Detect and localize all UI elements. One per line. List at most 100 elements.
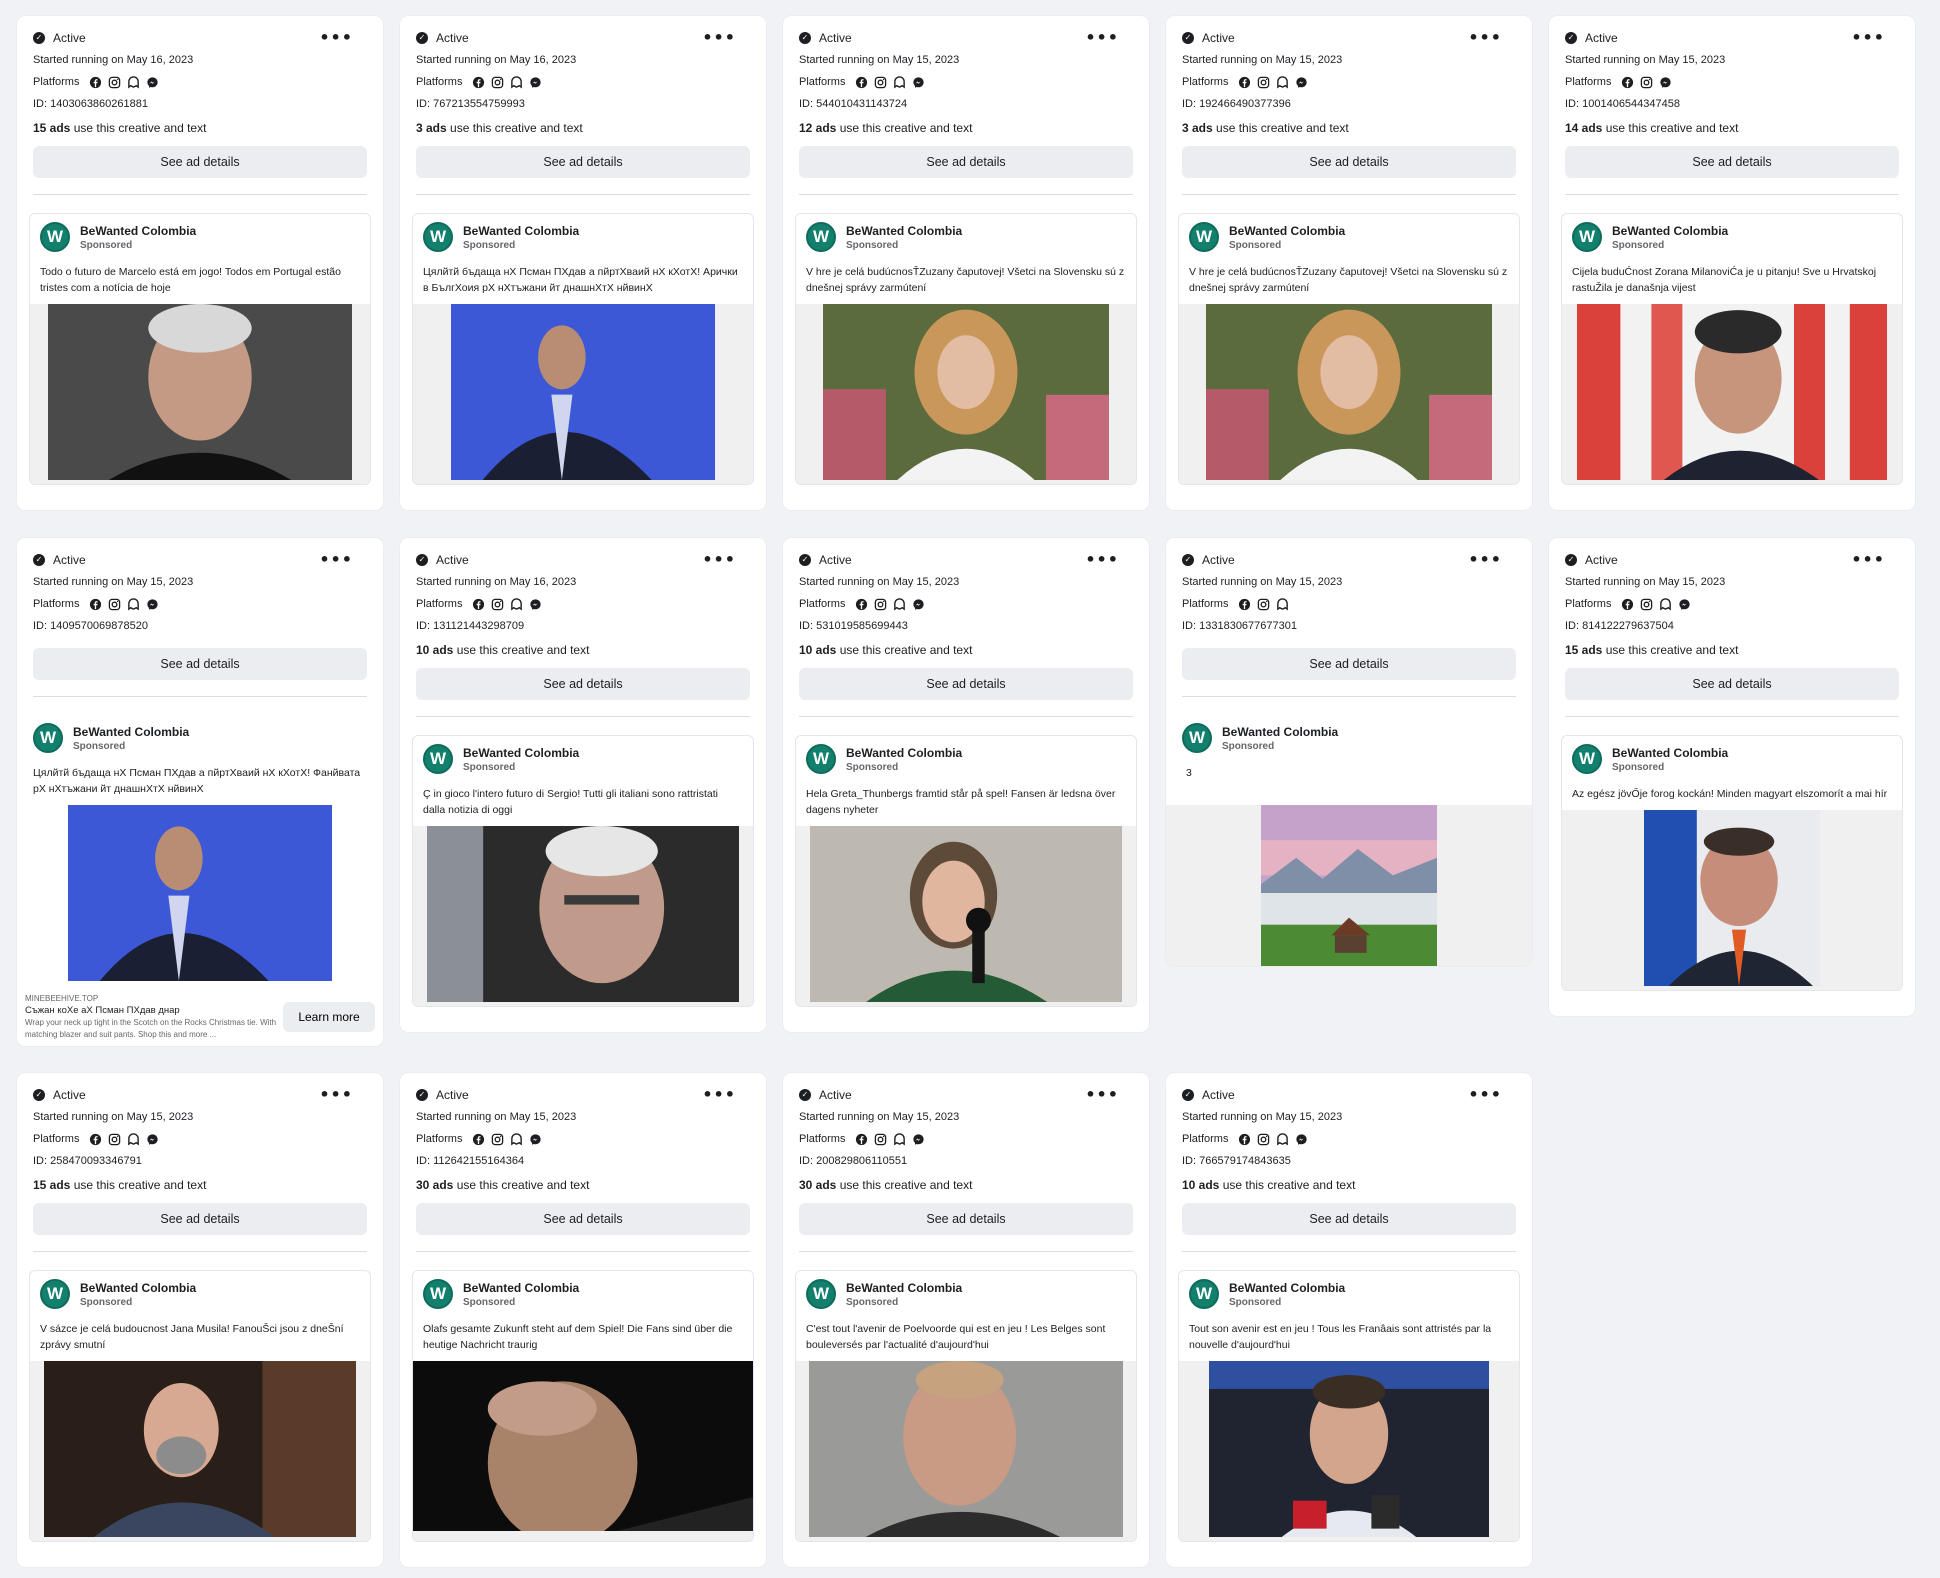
facebook-icon (88, 597, 102, 611)
ad-id: ID: 814122279637504 (1565, 620, 1674, 632)
status-label: Active (53, 1088, 86, 1102)
more-options-icon[interactable]: ••• (319, 1087, 353, 1103)
more-options-icon[interactable]: ••• (319, 30, 353, 46)
advertiser-logo: W (33, 723, 63, 753)
ad-preview[interactable]: W BeWanted Colombia Sponsored Tout son ave… (1178, 1270, 1520, 1542)
ad-body-text: Tout son avenir est en jeu ! Tous les Fr… (1189, 1323, 1492, 1351)
more-options-icon[interactable]: ••• (1851, 30, 1885, 46)
ad-preview[interactable]: W BeWanted Colombia Sponsored Hela Greta_T… (795, 735, 1137, 1007)
man-suit-photo (68, 805, 332, 981)
messenger-icon (528, 597, 542, 611)
ad-preview[interactable]: W BeWanted Colombia Sponsored Olafs gesamt… (412, 1270, 754, 1542)
more-options-icon[interactable]: ••• (1085, 552, 1119, 568)
active-check-icon: ✓ (1182, 32, 1194, 44)
start-date: Started running on May 15, 2023 (1182, 1111, 1343, 1123)
platforms-label: Platforms (1182, 76, 1229, 88)
platforms-label: Platforms (33, 76, 80, 88)
more-options-icon[interactable]: ••• (702, 30, 736, 46)
woman-portrait-photo (823, 304, 1109, 480)
platforms-row: Platforms (799, 74, 1133, 90)
ad-body-text: C'est tout l'avenir de Poelvoorde qui es… (806, 1323, 1106, 1351)
ad-id: ID: 1331830677677301 (1182, 620, 1297, 632)
instagram-icon (1256, 597, 1270, 611)
ad-card: ✓ Active ••• Started running on May 15, 2… (1166, 538, 1532, 966)
ad-preview[interactable]: W BeWanted Colombia Sponsored Цялйтй бъдащ… (412, 213, 754, 485)
start-date: Started running on May 16, 2023 (416, 54, 577, 66)
see-ad-details-button[interactable]: See ad details (33, 648, 367, 680)
ad-preview[interactable]: W BeWanted Colombia Sponsored C'est tout l… (795, 1270, 1137, 1542)
start-date: Started running on May 15, 2023 (33, 1111, 194, 1123)
see-ad-details-button[interactable]: See ad details (799, 1203, 1133, 1235)
see-ad-details-button[interactable]: See ad details (416, 1203, 750, 1235)
more-options-icon[interactable]: ••• (319, 552, 353, 568)
status-label: Active (53, 31, 86, 45)
facebook-icon (471, 75, 485, 89)
ad-preview[interactable]: W BeWanted Colombia Sponsored Todo o futur… (29, 213, 371, 485)
facebook-icon (854, 597, 868, 611)
advertiser-name: BeWanted Colombia (846, 1280, 963, 1295)
status-label: Active (1585, 553, 1618, 567)
active-check-icon: ✓ (799, 554, 811, 566)
ad-id: ID: 192466490377396 (1182, 98, 1291, 110)
man-press-photo (1209, 1361, 1489, 1537)
more-options-icon[interactable]: ••• (1085, 30, 1119, 46)
more-options-icon[interactable]: ••• (1851, 552, 1885, 568)
more-options-icon[interactable]: ••• (702, 1087, 736, 1103)
advertiser-name: BeWanted Colombia (463, 1280, 580, 1295)
more-options-icon[interactable]: ••• (1468, 1087, 1502, 1103)
platforms-label: Platforms (1182, 598, 1229, 610)
ad-id: ID: 258470093346791 (33, 1155, 142, 1167)
advertiser-logo: W (1572, 222, 1602, 252)
advertiser-name: BeWanted Colombia (1229, 223, 1346, 238)
advertiser-name: BeWanted Colombia (1612, 223, 1729, 238)
see-ad-details-button[interactable]: See ad details (799, 146, 1133, 178)
see-ad-details-button[interactable]: See ad details (33, 1203, 367, 1235)
platforms-label: Platforms (799, 1133, 846, 1145)
see-ad-details-button[interactable]: See ad details (416, 146, 750, 178)
ad-body-text: V hre je celá budúcnosŤZuzany čaputovej!… (1189, 266, 1508, 294)
divider (33, 194, 367, 195)
see-ad-details-button[interactable]: See ad details (1565, 668, 1899, 700)
ad-preview[interactable]: W BeWanted Colombia Sponsored 3 (1166, 715, 1532, 966)
ad-preview[interactable]: W BeWanted Colombia Sponsored Цялйтй бъдащ… (17, 715, 383, 1046)
more-options-icon[interactable]: ••• (702, 552, 736, 568)
more-options-icon[interactable]: ••• (1085, 1087, 1119, 1103)
instagram-icon (1639, 75, 1653, 89)
audience-network-icon (126, 597, 140, 611)
more-options-icon[interactable]: ••• (1468, 30, 1502, 46)
advertiser-logo: W (423, 222, 453, 252)
status-label: Active (436, 553, 469, 567)
ad-preview[interactable]: W BeWanted Colombia Sponsored Cijela buduĆ… (1561, 213, 1903, 485)
audience-network-icon (892, 75, 906, 89)
link-domain: MINEBEEHIVE.TOP (25, 994, 99, 1003)
see-ad-details-button[interactable]: See ad details (1182, 146, 1516, 178)
ad-preview[interactable]: W BeWanted Colombia Sponsored Az egész jöv… (1561, 735, 1903, 991)
ad-preview[interactable]: W BeWanted Colombia Sponsored V hre je cel… (795, 213, 1137, 485)
audience-network-icon (1275, 75, 1289, 89)
instagram-icon (107, 597, 121, 611)
ad-card: ✓ Active ••• Started running on May 15, 2… (400, 1073, 766, 1567)
learn-more-button[interactable]: Learn more (283, 1002, 375, 1032)
see-ad-details-button[interactable]: See ad details (416, 668, 750, 700)
facebook-icon (1237, 75, 1251, 89)
advertiser-logo: W (1189, 222, 1219, 252)
see-ad-details-button[interactable]: See ad details (799, 668, 1133, 700)
see-ad-details-button[interactable]: See ad details (1182, 1203, 1516, 1235)
facebook-icon (88, 75, 102, 89)
facebook-icon (1237, 597, 1251, 611)
ad-preview[interactable]: W BeWanted Colombia Sponsored Ç in gioco l… (412, 735, 754, 1007)
facebook-icon (1620, 597, 1634, 611)
platforms-row: Platforms (1182, 1131, 1516, 1147)
see-ad-details-button[interactable]: See ad details (1182, 648, 1516, 680)
ad-preview[interactable]: W BeWanted Colombia Sponsored V sázce je c… (29, 1270, 371, 1542)
ad-preview[interactable]: W BeWanted Colombia Sponsored V hre je cel… (1178, 213, 1520, 485)
ad-card: ✓ Active ••• Started running on May 15, 2… (1549, 538, 1915, 1016)
messenger-icon (1677, 597, 1691, 611)
see-ad-details-button[interactable]: See ad details (1565, 146, 1899, 178)
more-options-icon[interactable]: ••• (1468, 552, 1502, 568)
link-preview[interactable]: MINEBEEHIVE.TOP Съжан коХе аХ Псман ПХдав… (17, 985, 383, 1046)
status-label: Active (819, 553, 852, 567)
ad-id: ID: 200829806110551 (799, 1155, 908, 1167)
messenger-icon (528, 75, 542, 89)
see-ad-details-button[interactable]: See ad details (33, 146, 367, 178)
